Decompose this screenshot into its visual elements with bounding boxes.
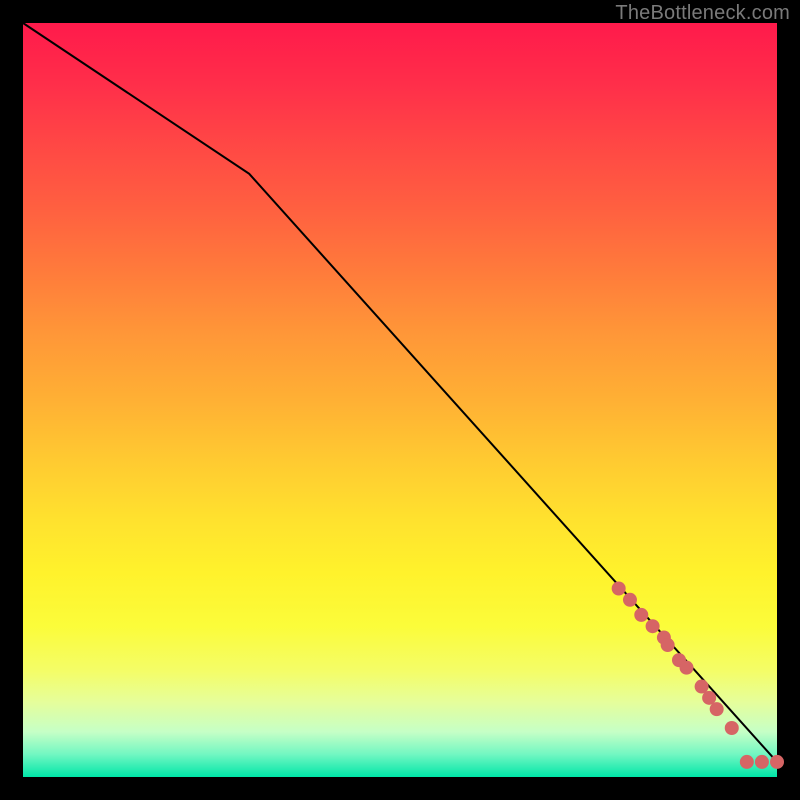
- data-point: [661, 638, 675, 652]
- chart-root: TheBottleneck.com: [0, 0, 800, 800]
- data-point: [612, 582, 626, 596]
- data-point: [634, 608, 648, 622]
- data-point: [770, 755, 784, 769]
- data-point: [710, 702, 724, 716]
- data-point: [623, 593, 637, 607]
- watermark-text: TheBottleneck.com: [615, 2, 790, 25]
- chart-svg: [23, 23, 777, 777]
- data-point: [646, 619, 660, 633]
- curve-path: [23, 23, 777, 762]
- data-point: [740, 755, 754, 769]
- data-point: [755, 755, 769, 769]
- line-series: [23, 23, 777, 762]
- plot-area: [23, 23, 777, 777]
- data-point: [680, 661, 694, 675]
- data-point: [725, 721, 739, 735]
